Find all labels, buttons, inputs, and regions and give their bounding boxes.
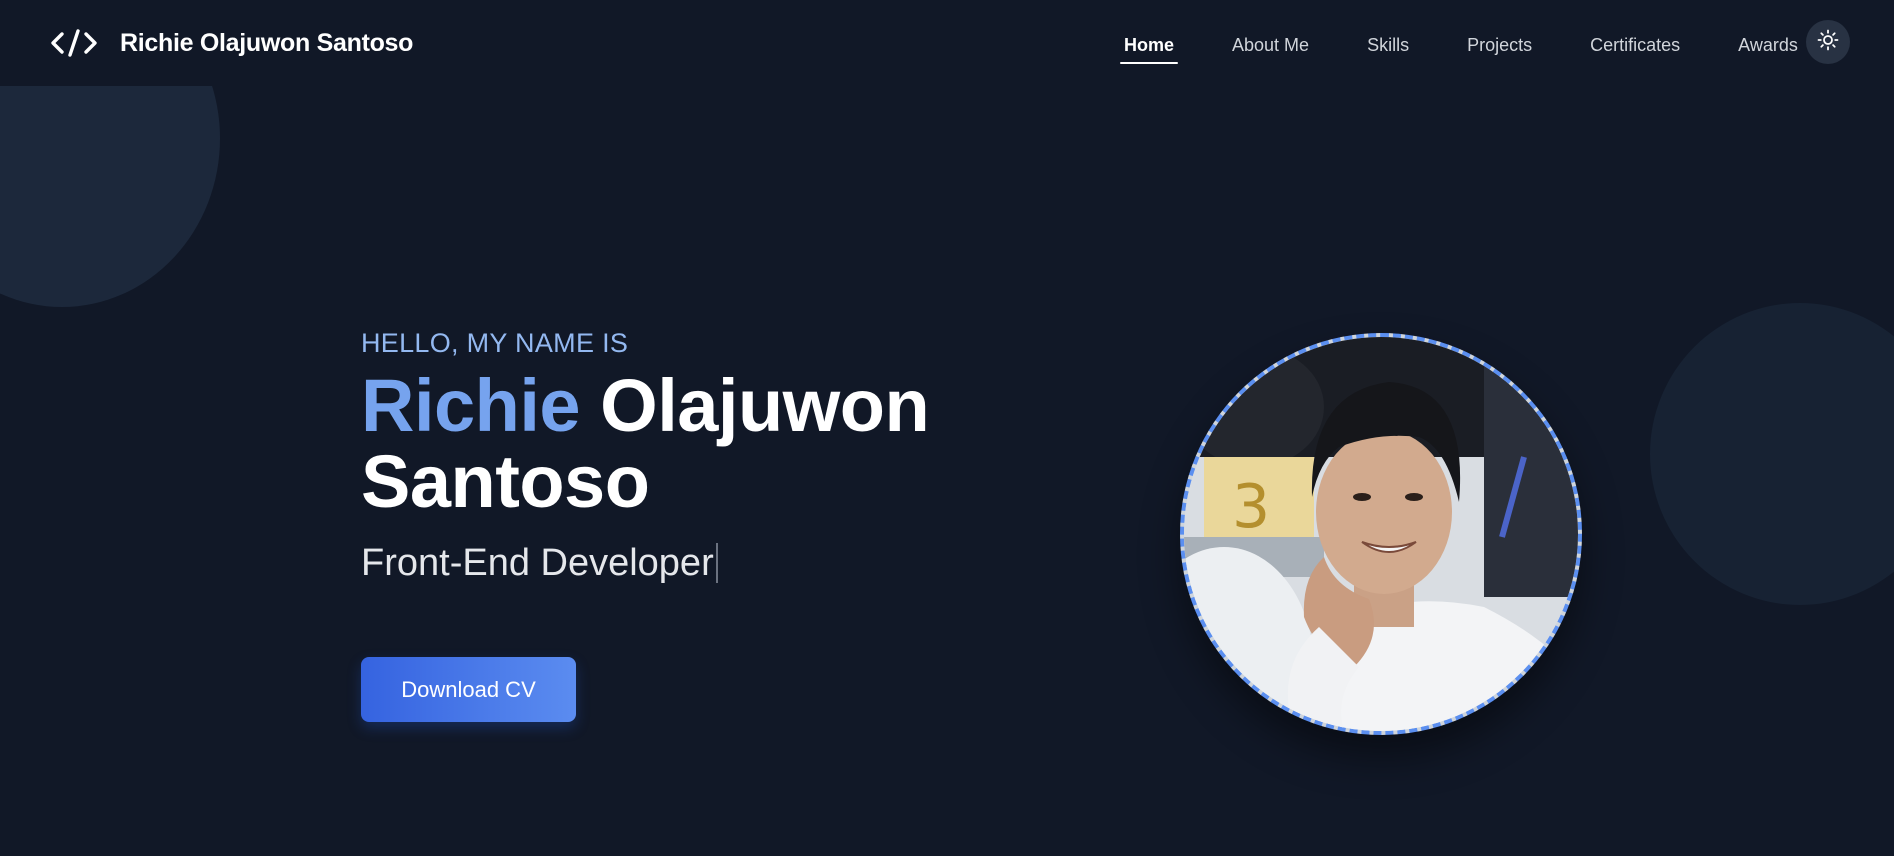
nav-item-projects[interactable]: Projects: [1463, 29, 1536, 62]
hero-middle-name: Olajuwon: [600, 364, 930, 447]
nav-item-certificates[interactable]: Certificates: [1586, 29, 1684, 62]
nav-item-skills[interactable]: Skills: [1363, 29, 1413, 62]
decorative-circle-right: [1650, 303, 1894, 605]
brand-name: Richie Olajuwon Santoso: [120, 28, 414, 57]
hero-name: Richie Olajuwon Santoso: [361, 368, 1061, 520]
profile-photo: 3: [1180, 333, 1582, 735]
hero-first-name: Richie: [361, 364, 581, 447]
svg-text:3: 3: [1232, 472, 1270, 542]
code-brackets-icon: [50, 24, 98, 62]
theme-toggle-button[interactable]: [1806, 20, 1850, 64]
sun-icon: [1817, 29, 1839, 56]
nav-item-home[interactable]: Home: [1120, 29, 1179, 64]
brand-link[interactable]: Richie Olajuwon Santoso: [50, 24, 413, 62]
hero-role-text: Front-End Developer: [361, 542, 714, 584]
hero-role: Front-End Developer: [361, 538, 1061, 588]
hero-greeting: HELLO, MY NAME IS: [361, 328, 629, 358]
nav-item-awards[interactable]: Awards: [1734, 29, 1802, 62]
hero-intro: HELLO, MY NAME IS Richie Olajuwon Santos…: [361, 322, 1061, 588]
nav-item-about-me[interactable]: About Me: [1228, 29, 1313, 62]
portfolio-page: Richie Olajuwon Santoso Home About Me Sk…: [0, 0, 1894, 856]
download-cv-button[interactable]: Download CV: [361, 657, 576, 722]
hero-last-name: Santoso: [361, 440, 650, 523]
nav-menu: Home About Me Skills Projects Certificat…: [1120, 26, 1852, 64]
top-navbar: Richie Olajuwon Santoso Home About Me Sk…: [0, 0, 1894, 86]
typing-cursor: [715, 543, 718, 583]
